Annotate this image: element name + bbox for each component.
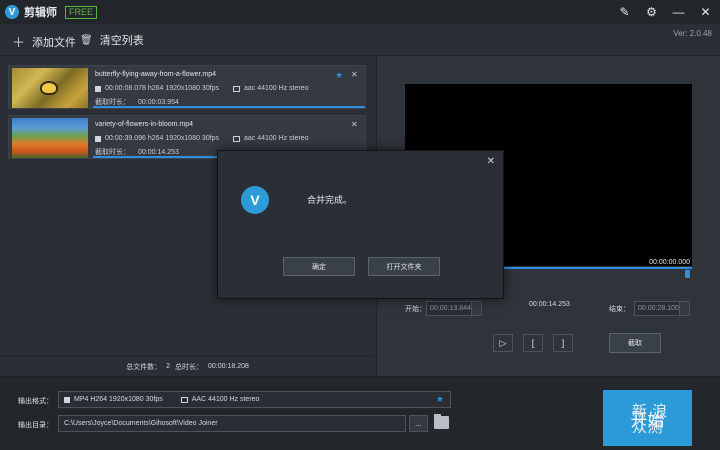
clip-duration-label: 截取时长： — [95, 99, 130, 106]
star-icon[interactable]: ★ — [335, 70, 343, 81]
edit-icon[interactable]: ✎ — [616, 4, 633, 20]
plus-icon: ＋ — [12, 35, 26, 50]
version-label: Ver: 2.0.48 — [673, 29, 712, 38]
file-count-label: 总文件数： — [126, 363, 162, 371]
video-info: 00:00:39.096 h264 1920x1080 30fps — [95, 135, 219, 142]
file-count-value: 2 — [166, 363, 171, 370]
video-thumbnail — [12, 68, 88, 108]
total-duration-label: 总时长： — [175, 363, 204, 371]
toolbar: ＋ 添加文件 🗑 清空列表 Ver: 2.0.48 — [0, 24, 720, 56]
free-badge: FREE — [65, 5, 98, 19]
progress-bar — [93, 156, 221, 158]
current-time: 00:00:00.000 — [649, 259, 690, 266]
audio-icon — [233, 85, 240, 92]
output-dir-input[interactable]: C:\Users\Joyce\Documents\Gihosoft\Video … — [58, 415, 406, 432]
watermark-line2: 众测 — [632, 419, 664, 436]
output-dir-label: 输出目录： — [18, 422, 53, 429]
mark-out-button[interactable]: ] — [553, 334, 573, 352]
video-info-text: 00:00:39.096 h264 1920x1080 30fps — [105, 135, 220, 142]
close-icon[interactable]: ✕ — [697, 4, 714, 20]
summary-bar: 总文件数： 2 总时长： 00:00:18.208 — [0, 356, 375, 376]
audio-icon — [180, 396, 188, 403]
start-time-label: 开始： — [405, 305, 426, 313]
progress-bar — [93, 106, 365, 108]
add-file-button[interactable]: ＋ 添加文件 — [12, 32, 76, 51]
clear-list-button[interactable]: 🗑 清空列表 — [80, 32, 144, 48]
timeline-handle[interactable] — [685, 270, 690, 278]
mark-in-button[interactable]: [ — [523, 334, 543, 352]
add-file-label: 添加文件 — [32, 36, 77, 49]
app-window: V 剪辑师 FREE ✎ ⚙ — ✕ ＋ 添加文件 🗑 清空列表 Ver: 2.… — [0, 0, 720, 450]
trash-icon: 🗑 — [80, 34, 93, 46]
clip-length-display: 00:00:14.253 — [529, 301, 570, 308]
clip-duration-value: 00:00:14.253 — [138, 149, 179, 156]
video-icon — [64, 396, 70, 403]
browse-button[interactable]: ... — [409, 415, 428, 432]
video-icon — [95, 135, 101, 142]
window-controls: ✎ ⚙ — ✕ — [616, 4, 714, 20]
watermark-line1: 新 浪 — [632, 403, 668, 420]
output-format-audio: AAC 44100 Hz stereo — [191, 396, 260, 403]
start-time-spinner[interactable] — [472, 301, 482, 316]
open-folder-icon[interactable] — [434, 414, 449, 429]
end-time-row: 结束： 00:00:28.100 — [609, 301, 690, 316]
output-format-video: MP4 H264 1920x1080 30fps — [74, 396, 163, 403]
merge-complete-dialog: ✕ V 合并完成。 确定 打开文件夹 — [217, 150, 504, 299]
dialog-logo-icon: V — [241, 186, 269, 214]
app-logo-icon: V — [5, 5, 19, 19]
audio-info-text: aac 44100 Hz stereo — [244, 135, 309, 142]
file-name: butterfly-flying-away-from-a-flower.mp4 — [95, 71, 216, 78]
video-info-text: 00:00:08.078 h264 1920x1080 30fps — [105, 85, 220, 92]
video-icon — [95, 85, 101, 92]
audio-icon — [233, 135, 240, 142]
butterfly-shape — [42, 83, 56, 93]
file-item[interactable]: butterfly-flying-away-from-a-flower.mp4 … — [8, 65, 366, 109]
audio-info-text: aac 44100 Hz stereo — [244, 85, 309, 92]
clip-duration-value: 00:00:03.954 — [138, 99, 179, 106]
watermark: 新 浪 众测 — [632, 404, 668, 436]
start-time-row: 开始： 00:00:13.844 — [405, 301, 482, 316]
audio-info: aac 44100 Hz stereo — [233, 135, 309, 142]
remove-file-icon[interactable]: ✕ — [351, 70, 358, 79]
dialog-close-icon[interactable]: ✕ — [487, 156, 495, 167]
clip-duration-label: 截取时长： — [95, 149, 130, 156]
output-format-label: 输出格式： — [18, 398, 53, 405]
video-thumbnail — [12, 118, 88, 158]
title-bar: V 剪辑师 FREE ✎ ⚙ — ✕ — [0, 0, 720, 24]
start-time-field[interactable]: 00:00:13.844 — [426, 301, 472, 316]
video-info: 00:00:08.078 h264 1920x1080 30fps — [95, 85, 219, 92]
dialog-message: 合并完成。 — [307, 195, 353, 205]
ok-button[interactable]: 确定 — [283, 257, 355, 276]
star-icon: ★ — [435, 394, 444, 404]
app-name: 剪辑师 — [24, 7, 57, 19]
end-time-spinner[interactable] — [680, 301, 690, 316]
file-name: variety-of-flowers-in-bloom.mp4 — [95, 121, 194, 128]
end-time-label: 结束： — [609, 305, 630, 313]
output-format-selector[interactable]: MP4 H264 1920x1080 30fps AAC 44100 Hz st… — [58, 391, 451, 408]
end-time-field[interactable]: 00:00:28.100 — [634, 301, 680, 316]
open-folder-button[interactable]: 打开文件夹 — [368, 257, 440, 276]
total-duration-value: 00:00:18.208 — [208, 363, 249, 370]
settings-gear-icon[interactable]: ⚙ — [643, 4, 660, 20]
play-button[interactable]: ▷ — [493, 334, 513, 352]
clip-length-value: 00:00:14.253 — [529, 301, 570, 308]
clear-list-label: 清空列表 — [99, 35, 144, 47]
output-panel: 输出格式： MP4 H264 1920x1080 30fps AAC 44100… — [0, 376, 720, 450]
minimize-icon[interactable]: — — [670, 4, 687, 20]
remove-file-icon[interactable]: ✕ — [351, 120, 358, 129]
cut-button[interactable]: 截取 — [609, 333, 661, 353]
audio-info: aac 44100 Hz stereo — [233, 85, 309, 92]
